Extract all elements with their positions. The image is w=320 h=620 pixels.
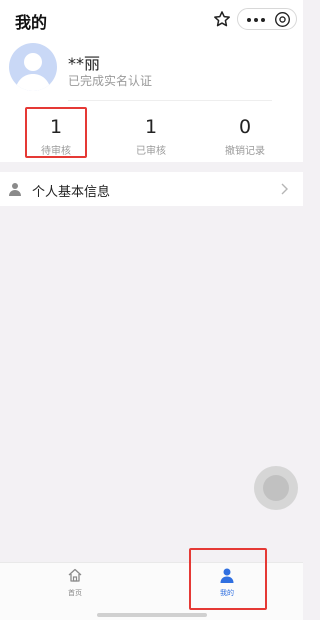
verification-status: 已完成实名认证 [68,74,153,88]
avatar[interactable] [9,43,57,91]
floating-assistive-button[interactable] [254,466,298,510]
highlight-box-pending [25,107,87,158]
highlight-box-mine-tab [189,548,267,610]
star-icon[interactable] [212,9,232,29]
personal-info-label: 个人基本信息 [32,185,111,200]
tab-home[interactable]: 首页 [45,567,105,598]
person-icon [9,183,21,196]
tab-home-label: 首页 [68,589,82,597]
mini-program-capsule [237,8,297,30]
close-icon[interactable] [274,11,291,28]
top-bar: 我的 [0,0,303,40]
avatar-placeholder-icon [15,53,51,91]
chevron-right-icon [281,183,288,195]
user-name: **丽 [68,54,101,73]
home-icon [68,568,82,582]
divider [68,100,272,101]
stat-revoked-label: 撤销记录 [225,146,265,157]
floating-button-core [263,475,289,501]
home-indicator [97,613,207,617]
stat-revoked[interactable]: 0 撤销记录 [205,116,285,157]
stat-reviewed[interactable]: 1 已审核 [111,116,191,157]
stat-reviewed-count: 1 [144,116,158,138]
stat-reviewed-label: 已审核 [136,146,166,157]
page-title: 我的 [15,13,48,32]
more-icon[interactable] [247,18,265,22]
personal-info-row[interactable]: 个人基本信息 [0,172,303,206]
stat-revoked-count: 0 [238,116,252,138]
